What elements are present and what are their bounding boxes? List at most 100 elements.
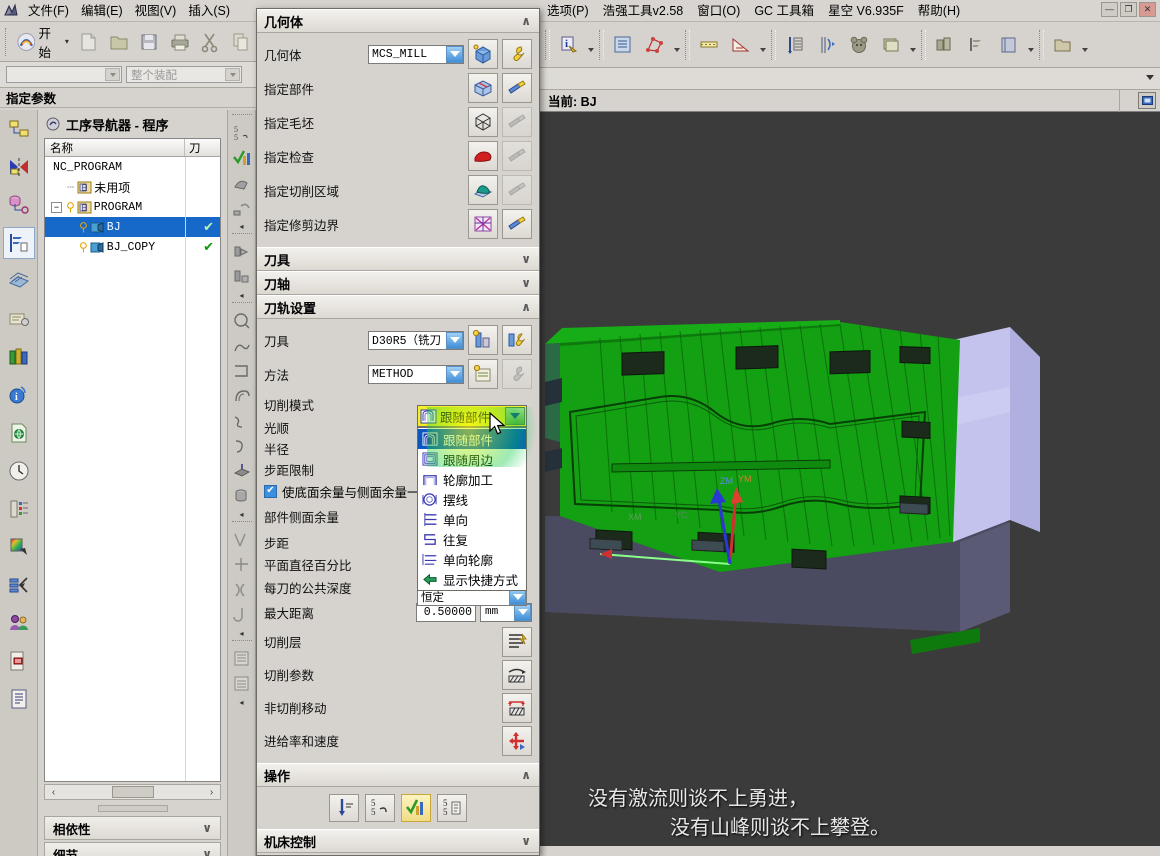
select-trim-icon[interactable] (502, 209, 532, 239)
cut-mode-option-list[interactable]: 跟随部件 跟随周边 轮廓加工 摆线 单向 往复 单向轮廓 显示快捷方式 (417, 427, 527, 591)
tree-expander[interactable]: − (51, 201, 62, 213)
datum-plane-icon[interactable] (230, 459, 254, 483)
line-sketch-icon[interactable] (230, 334, 254, 358)
edit-wrench-icon[interactable] (502, 39, 532, 69)
chevron-down-icon[interactable] (514, 603, 531, 621)
folder-dropdown-arrow[interactable] (1079, 29, 1090, 61)
new-method-icon[interactable] (468, 359, 498, 389)
menu-bar-left[interactable]: 文件(F) 编辑(E) 视图(V) 插入(S) (0, 0, 256, 22)
chevron-down-icon[interactable]: ∨ (521, 276, 531, 290)
group-header-geometry[interactable]: 几何体 ∧ (257, 9, 539, 33)
chevron-down-icon[interactable]: ∨ (202, 821, 212, 835)
cut-mode-option-follow-part[interactable]: 跟随部件 (418, 429, 526, 449)
cut-mode-combo[interactable]: 跟随部件 (417, 405, 527, 427)
method-combo[interactable]: METHOD (368, 364, 464, 384)
resource-bar[interactable]: i (0, 110, 38, 856)
menu-item-insert[interactable]: 插入(S) (182, 1, 236, 21)
toolbar-overflow-button[interactable]: ◂ (230, 509, 254, 519)
sew-icon[interactable] (230, 578, 254, 602)
measure-dropdown-arrow[interactable] (757, 29, 768, 61)
toolbar-grip[interactable] (771, 29, 776, 60)
non-cutting-moves-icon[interactable] (502, 692, 532, 723)
checkbox-icon[interactable]: ✔ (264, 484, 277, 498)
menu-item-file[interactable]: 文件(F) (22, 1, 75, 21)
specify-cut-area-icon[interactable] (468, 175, 498, 205)
chevron-down-icon[interactable] (446, 331, 463, 349)
geometry-combo[interactable]: MCS_MILL (368, 44, 464, 64)
process-studio-icon[interactable] (3, 493, 35, 525)
report-icon[interactable] (3, 683, 35, 715)
toolbar-grip[interactable] (545, 29, 550, 60)
column-name[interactable]: 名称 (45, 139, 185, 156)
edit-tool-icon[interactable] (502, 325, 532, 355)
toolbar-grip[interactable] (921, 29, 926, 60)
render-palette-icon[interactable] (3, 531, 35, 563)
verify-icon[interactable] (401, 794, 431, 822)
operation-navigator-icon[interactable] (2, 227, 35, 259)
extrude-icon[interactable] (230, 484, 254, 508)
group-header-operation[interactable]: 操作 ∧ (257, 763, 539, 787)
cut-parameters-icon[interactable] (502, 659, 532, 690)
menu-item-haoqiang-tools[interactable]: 浩强工具v2.58 (596, 1, 691, 21)
group-header-tool[interactable]: 刀具 ∨ (257, 247, 539, 271)
toolbar-grip[interactable] (231, 640, 252, 645)
open-file-icon[interactable] (104, 26, 133, 58)
list-tool-path-icon[interactable]: 55 (437, 794, 467, 822)
chevron-down-icon[interactable] (225, 68, 240, 81)
list-panel-icon[interactable] (230, 647, 254, 671)
menu-item-window[interactable]: 窗口(O) (690, 1, 747, 21)
menu-item-edit[interactable]: 编辑(E) (75, 1, 129, 21)
group-header-tool-axis[interactable]: 刀轴 ∨ (257, 271, 539, 295)
toolbar-grip[interactable] (599, 29, 604, 60)
analyze-dropdown-arrow[interactable] (671, 29, 682, 61)
filter-combo-1[interactable] (6, 66, 122, 83)
close-button[interactable]: ✕ (1139, 2, 1156, 17)
program-icon[interactable] (962, 29, 992, 61)
operation-tree[interactable]: 名称 刀 NC_PROGRAM ┄ 日 未用项 − ⚲ 日 PROGRAM ⚲ … (44, 138, 221, 782)
create-operation-icon[interactable] (230, 240, 254, 264)
scrollbar-thumb[interactable] (111, 786, 154, 798)
post-process-icon[interactable] (230, 196, 254, 220)
section-details[interactable]: 细节 ∨ (44, 842, 221, 856)
chevron-down-icon[interactable] (505, 407, 525, 425)
toolbar-right[interactable]: i (540, 22, 1160, 68)
table-panel-icon[interactable] (230, 672, 254, 696)
feeds-speeds-icon[interactable] (502, 725, 532, 756)
toolbar-grip[interactable] (231, 521, 252, 526)
specify-part-icon[interactable] (468, 73, 498, 103)
analyze-icon[interactable] (640, 29, 670, 61)
rectangle-icon[interactable] (230, 359, 254, 383)
cut-mode-option-profile[interactable]: 轮廓加工 (418, 469, 526, 489)
3d-viewport[interactable]: ZM YM XM YC 没有激流则谈不上勇进， 没有山峰则谈不上攀登。 (540, 112, 1160, 856)
cut-levels-icon[interactable] (502, 626, 532, 657)
toolbar-grip[interactable] (231, 302, 252, 307)
menu-item-help[interactable]: 帮助(H) (911, 1, 967, 21)
collaboration-icon[interactable] (3, 607, 35, 639)
column-tool[interactable]: 刀 (185, 140, 220, 156)
toolbar-grip[interactable] (231, 114, 252, 119)
toolbar-grip[interactable] (1039, 29, 1044, 60)
notebook-dropdown-arrow[interactable] (1025, 29, 1036, 61)
new-tool-icon[interactable] (468, 325, 498, 355)
section-dependencies[interactable]: 相依性 ∨ (44, 816, 221, 840)
roles-icon[interactable] (3, 341, 35, 373)
toolbar-grip[interactable] (685, 29, 690, 60)
restore-button[interactable]: ❐ (1120, 2, 1137, 17)
bear-icon[interactable] (844, 29, 874, 61)
bend-curve-icon[interactable] (230, 434, 254, 458)
specify-blank-icon[interactable] (468, 107, 498, 137)
toolbar-overflow-button[interactable]: ◂ (230, 697, 254, 707)
cross-icon[interactable] (230, 553, 254, 577)
constraint-navigator-icon[interactable] (3, 151, 35, 183)
replay-icon[interactable]: 55 (365, 794, 395, 822)
program-order-icon[interactable]: 55 (230, 121, 254, 145)
menu-item-starsky[interactable]: 星空 V6.935F (821, 1, 911, 21)
print-icon[interactable] (165, 26, 194, 58)
scroll-right-button[interactable]: › (205, 786, 218, 798)
menu-item-options[interactable]: 选项(P) (540, 1, 596, 21)
toolbar-left[interactable]: 开始 ▾ (0, 22, 256, 62)
tree-horizontal-scrollbar[interactable]: ‹ › (44, 784, 221, 800)
table-row[interactable]: − ⚲ 日 PROGRAM (45, 197, 220, 217)
chevron-down-icon[interactable] (1146, 75, 1154, 80)
chevron-down-icon[interactable] (446, 45, 463, 63)
